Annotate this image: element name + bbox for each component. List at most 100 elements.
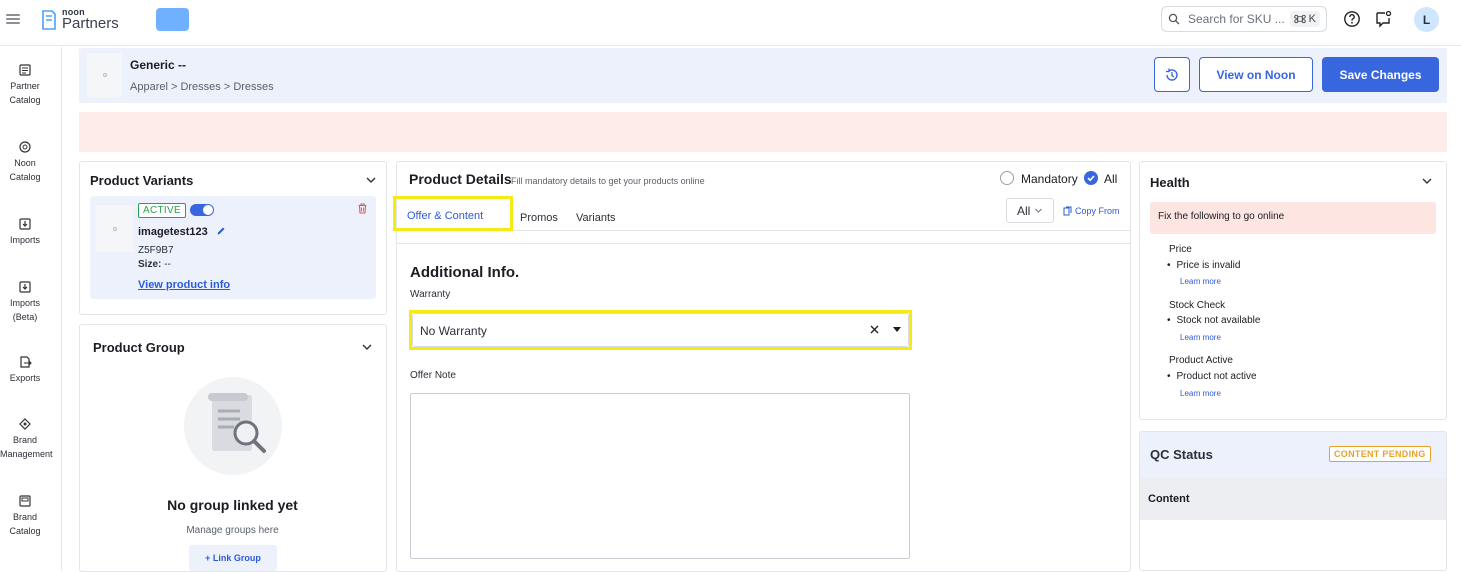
- nav-imports-beta[interactable]: Imports (Beta): [0, 280, 50, 324]
- copy-from-label: Copy From: [1075, 206, 1120, 216]
- size-value: --: [164, 259, 171, 270]
- variant-sku-name: imagetest123: [138, 226, 226, 238]
- details-title: Product Details: [409, 171, 512, 187]
- copy-icon: [1063, 206, 1072, 216]
- logo-partners-text: Partners: [62, 15, 119, 32]
- health-title: Health: [1150, 175, 1190, 190]
- mandatory-label: Mandatory: [1021, 172, 1078, 186]
- tab-offer-content[interactable]: Offer & Content: [407, 210, 483, 222]
- brand-icon: [19, 418, 31, 430]
- health-issue: Product not active: [1167, 371, 1257, 382]
- nav-label: Imports (Beta): [9, 298, 40, 322]
- view-on-noon-button[interactable]: View on Noon: [1199, 57, 1313, 92]
- breadcrumb: Apparel > Dresses > Dresses: [130, 81, 274, 93]
- import-icon: [19, 218, 31, 230]
- search-placeholder: Search for SKU ...: [1188, 12, 1285, 26]
- size-label: Size:: [138, 259, 162, 270]
- product-title: Generic --: [130, 58, 187, 72]
- dropdown-caret-icon[interactable]: [893, 327, 901, 332]
- qc-header: QC Status CONTENT PENDING: [1140, 432, 1446, 478]
- variants-title: Product Variants: [90, 173, 194, 188]
- status-badge: ACTIVE: [138, 203, 186, 218]
- qc-title: QC Status: [1150, 447, 1213, 462]
- brand-catalog-icon: [19, 495, 31, 507]
- notifications-icon[interactable]: [1374, 10, 1392, 28]
- tab-promos[interactable]: Promos: [520, 212, 558, 224]
- active-toggle[interactable]: [190, 204, 214, 216]
- nav-label: Exports: [9, 373, 41, 383]
- catalog-icon: [19, 64, 31, 76]
- delete-icon[interactable]: [357, 203, 368, 214]
- history-button[interactable]: [1154, 57, 1190, 92]
- chevron-down-icon[interactable]: [1421, 175, 1433, 187]
- product-thumbnail: [87, 53, 122, 97]
- tab-variants[interactable]: Variants: [576, 212, 616, 224]
- health-issue: Stock not available: [1167, 315, 1261, 326]
- save-changes-button[interactable]: Save Changes: [1322, 57, 1439, 92]
- offer-note-label: Offer Note: [410, 370, 456, 381]
- globe-catalog-icon: [19, 141, 31, 153]
- help-icon[interactable]: [1343, 10, 1361, 28]
- sku-search[interactable]: Search for SKU ... K: [1161, 6, 1327, 32]
- learn-more-link[interactable]: Learn more: [1180, 333, 1221, 342]
- edit-pencil-icon[interactable]: [216, 226, 226, 236]
- top-bar: noon Partners Search for SKU ... K L: [0, 0, 1461, 46]
- qc-status-badge: CONTENT PENDING: [1329, 446, 1431, 462]
- command-key-icon: [1294, 14, 1306, 24]
- export-icon: [20, 356, 32, 368]
- import-beta-icon: [19, 281, 31, 293]
- variant-thumbnail: [96, 205, 133, 252]
- nav-noon-catalog[interactable]: Noon Catalog: [0, 140, 50, 184]
- chevron-down-icon: [1035, 208, 1043, 213]
- variant-sku-code: Z5F9B7: [138, 245, 174, 256]
- mandatory-radio[interactable]: [1000, 171, 1014, 185]
- logo[interactable]: noon Partners: [40, 8, 119, 31]
- section-title: Additional Info.: [410, 264, 520, 281]
- copy-from-button[interactable]: Copy From: [1063, 206, 1120, 216]
- empty-group-illustration: [184, 377, 282, 475]
- learn-more-link[interactable]: Learn more: [1180, 389, 1221, 398]
- chevron-down-icon[interactable]: [365, 174, 377, 186]
- nav-label: Imports: [9, 235, 40, 245]
- qc-content-label: Content: [1148, 493, 1190, 505]
- health-group-title: Product Active: [1169, 355, 1233, 366]
- health-group-title: Price: [1169, 244, 1192, 255]
- search-shortcut: K: [1289, 11, 1320, 27]
- qc-status-card: QC Status CONTENT PENDING Content: [1139, 431, 1447, 571]
- link-group-button[interactable]: + Link Group: [189, 545, 277, 571]
- learn-more-link[interactable]: Learn more: [1180, 277, 1221, 286]
- nav-brand-catalog[interactable]: Brand Catalog: [0, 494, 50, 538]
- history-icon: [1166, 68, 1178, 81]
- nav-exports[interactable]: Exports: [0, 355, 50, 385]
- side-navigation: Partner Catalog Noon Catalog Imports Imp…: [0, 47, 62, 571]
- variant-sku-text: imagetest123: [138, 226, 208, 238]
- nav-label: Brand Management: [0, 435, 53, 459]
- warranty-value: No Warranty: [420, 324, 487, 338]
- empty-group-title: No group linked yet: [167, 497, 298, 513]
- variant-size: Size: --: [138, 259, 171, 270]
- clear-icon[interactable]: [869, 324, 880, 335]
- all-label: All: [1104, 172, 1118, 186]
- chevron-down-icon[interactable]: [361, 341, 373, 353]
- shortcut-letter: K: [1308, 13, 1316, 25]
- nav-label: Brand Catalog: [9, 512, 41, 536]
- qc-content-row[interactable]: Content: [1140, 478, 1446, 520]
- details-subtitle: Fill mandatory details to get your produ…: [511, 176, 705, 186]
- language-select-value: All: [1017, 203, 1031, 218]
- warranty-select[interactable]: No Warranty: [412, 313, 909, 347]
- all-radio[interactable]: [1084, 171, 1098, 185]
- hamburger-menu-icon[interactable]: [6, 12, 20, 26]
- empty-group-subtitle: Manage groups here: [186, 525, 279, 536]
- offer-note-textarea[interactable]: [410, 393, 910, 559]
- user-avatar[interactable]: L: [1414, 7, 1439, 32]
- warranty-label: Warranty: [410, 289, 451, 300]
- health-issue: Price is invalid: [1167, 260, 1241, 271]
- noon-logo-icon: [42, 9, 56, 30]
- view-product-info-link[interactable]: View product info: [138, 279, 230, 291]
- nav-imports[interactable]: Imports: [0, 217, 50, 247]
- nav-partner-catalog[interactable]: Partner Catalog: [0, 63, 50, 107]
- store-selector[interactable]: [156, 8, 189, 31]
- nav-brand-management[interactable]: Brand Management: [0, 417, 53, 461]
- search-icon: [1168, 13, 1180, 25]
- language-select[interactable]: All: [1006, 198, 1054, 223]
